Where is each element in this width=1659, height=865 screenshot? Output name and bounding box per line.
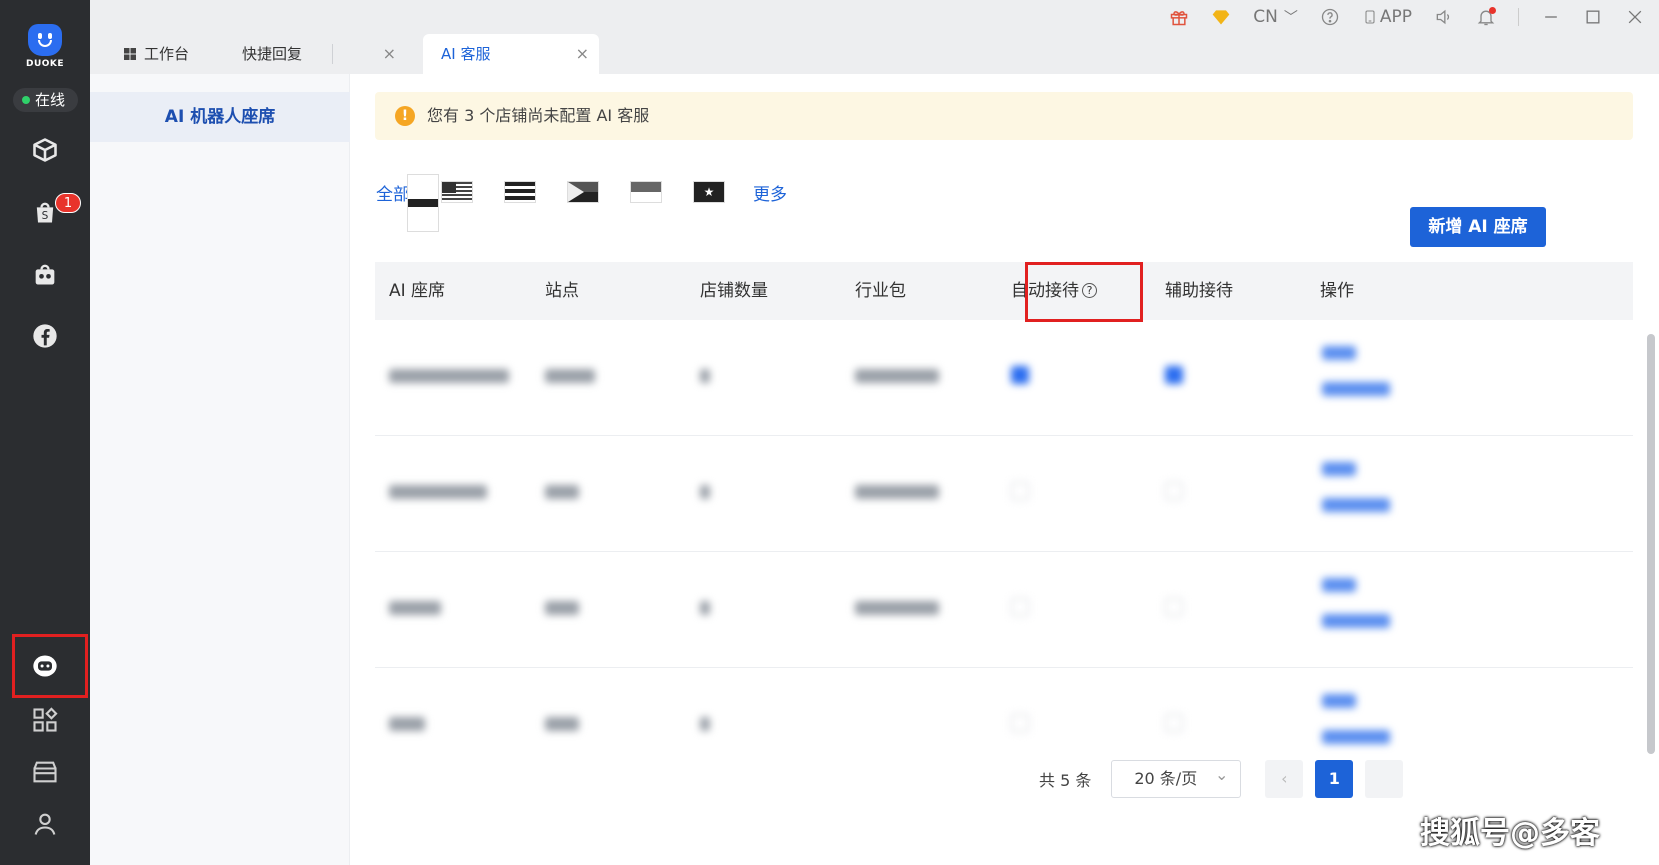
col-ai-seat: AI 座席 [389,281,446,301]
auto-reception-highlight [1025,262,1143,322]
warning-icon: ! [395,106,415,126]
help-icon[interactable] [1320,7,1340,27]
col-store-count: 店铺数量 [700,281,768,301]
svg-text:S: S [42,210,49,222]
indonesia-flag-icon[interactable] [504,181,536,203]
facebook-icon[interactable] [29,320,61,352]
row-action-links[interactable] [1322,462,1392,512]
online-dot-icon [22,96,30,104]
next-page-button[interactable] [1365,760,1404,798]
table-header: AI 座席 站点 店铺数量 行业包 自动接待? 辅助接待 操作 [375,262,1633,322]
chevron-down-icon: ﹀ [1283,10,1298,26]
diamond-icon[interactable] [1211,7,1231,27]
bell-icon[interactable] [1476,7,1496,27]
row-action-links[interactable] [1322,578,1392,628]
online-status[interactable]: 在线 [13,88,78,112]
philippines-flag-icon[interactable] [567,181,599,203]
top-toolbar: CN ﹀ APP [1169,0,1659,34]
watermark: 搜狐号@多客 [1420,816,1600,851]
language-label: CN [1253,7,1278,27]
tab-quick-reply[interactable]: 快捷回复 × [242,34,406,74]
left-sidebar: DUOKE 在线 S 1 [0,0,90,865]
maximize-icon[interactable] [1583,7,1603,27]
filter-more[interactable]: 更多 [753,180,787,205]
box-icon[interactable] [29,134,61,166]
online-status-label: 在线 [35,91,66,109]
col-industry-pack: 行业包 [855,281,906,301]
close-icon[interactable]: × [383,34,396,74]
assist-reception-checkbox[interactable] [1165,482,1183,504]
pagination: 共 5 条 20 条/页 ‹ 1 [1039,757,1404,798]
table-row [375,320,1633,436]
assist-reception-checkbox[interactable] [1165,714,1183,736]
nav-item-ai-robot-seats[interactable]: AI 机器人座席 [90,92,350,142]
secondary-nav: AI 机器人座席 [90,74,350,865]
top-tab-bar: 工作台 快捷回复 × AI 客服 × CN ﹀ APP [90,0,1659,74]
assist-reception-checkbox[interactable] [1165,598,1183,620]
minimize-icon[interactable] [1541,7,1561,27]
col-assist-reception: 辅助接待 [1165,281,1233,301]
table-row [375,436,1633,552]
notice-text: 您有 3 个店铺尚未配置 AI 客服 [427,106,650,125]
col-site: 站点 [545,281,579,301]
row-action-links[interactable] [1322,694,1392,744]
apps-grid-icon[interactable] [29,704,61,736]
page-size-select[interactable]: 20 条/页 [1111,757,1242,798]
user-icon[interactable] [29,808,61,840]
site-filters: 全部 ★ 更多 [376,174,787,232]
main-content: ! 您有 3 个店铺尚未配置 AI 客服 全部 ★ 更多 新增 AI 座席 AI… [351,74,1659,865]
ai-seat-table: AI 座席 站点 店铺数量 行业包 自动接待? 辅助接待 操作 [375,262,1633,778]
tab-quick-reply-label: 快捷回复 [242,45,303,63]
bell-dot-icon [1489,7,1496,14]
auto-reception-checkbox[interactable] [1011,598,1029,620]
current-page-button[interactable]: 1 [1315,760,1354,798]
duoke-logo: DUOKE [24,24,66,70]
row-action-links[interactable] [1322,346,1392,396]
prev-page-button[interactable]: ‹ [1265,760,1304,798]
app-download[interactable]: APP [1362,7,1412,27]
filter-all[interactable]: 全部 [376,180,410,205]
ai-robot-icon[interactable] [29,650,61,682]
auto-reception-checkbox[interactable] [1011,366,1029,388]
volume-icon[interactable] [1434,7,1454,27]
gift-icon[interactable] [1169,7,1189,27]
auto-reception-checkbox[interactable] [1011,714,1029,736]
store-icon[interactable] [29,756,61,788]
malaysia-flag-icon[interactable] [441,181,473,203]
total-count: 共 5 条 [1039,771,1092,790]
table-row [375,668,1633,778]
col-actions: 操作 [1320,281,1354,301]
app-label: APP [1379,7,1412,27]
add-ai-seat-button[interactable]: 新增 AI 座席 [1410,207,1546,247]
tab-workbench-label: 工作台 [144,45,190,63]
logo-face-icon [28,24,62,56]
notice-banner: ! 您有 3 个店铺尚未配置 AI 客服 [375,92,1633,140]
notification-badge: 1 [55,193,81,213]
toolbar-divider [1518,8,1519,26]
tab-ai-service-label: AI 客服 [441,45,491,63]
grid-icon [124,48,136,60]
singapore-flag-icon[interactable] [630,181,662,203]
assist-reception-checkbox[interactable] [1165,366,1183,388]
auto-reception-checkbox[interactable] [1011,482,1029,504]
brand-name: DUOKE [25,59,65,69]
bot-bag-icon[interactable] [29,258,61,290]
table-row [375,552,1633,668]
thailand-flag-icon[interactable] [407,174,439,232]
close-icon[interactable]: × [576,34,589,74]
vietnam-flag-icon[interactable]: ★ [693,181,725,203]
close-window-icon[interactable] [1625,7,1645,27]
language-selector[interactable]: CN ﹀ [1253,7,1298,27]
tab-ai-service[interactable]: AI 客服 × [423,34,599,74]
table-scrollbar[interactable] [1647,334,1655,754]
tab-workbench[interactable]: 工作台 [124,34,234,74]
